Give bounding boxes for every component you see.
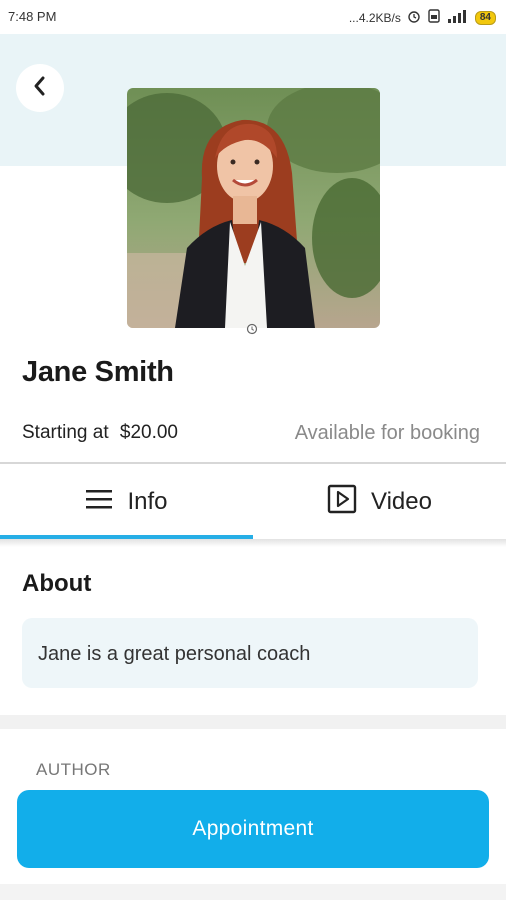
bottom-strip [0,884,506,900]
battery-icon: 84 [474,10,496,25]
play-box-icon [327,484,357,521]
tab-video-label: Video [371,488,432,515]
tab-info[interactable]: Info [0,464,253,540]
status-time: 7:48 PM [8,9,57,24]
price-label: Starting at [22,422,109,443]
author-label: AUTHOR [36,760,111,779]
price-value: $20.00 [119,422,179,443]
status-icons: ...4.2KB/s 84 [349,9,496,26]
tab-video[interactable]: Video [253,464,506,540]
availability-status: Available for booking [294,422,480,444]
section-separator [0,715,506,729]
profile-name: Jane Smith [22,356,174,388]
menu-lines-icon [85,488,113,517]
sim-icon [427,9,441,26]
back-button[interactable] [16,64,64,112]
tab-info-label: Info [127,488,168,515]
about-text: Jane is a great personal coach [38,643,311,665]
signal-icon [447,9,469,26]
status-bar: 7:48 PM ...4.2KB/s 84 [0,0,506,34]
chevron-left-icon [31,75,49,102]
alarm-icon [407,9,421,26]
profile-photo [127,88,380,328]
tab-bar: Info Video [0,464,506,540]
about-card: Jane is a great personal coach [22,618,478,688]
price-row: Starting at $20.00 [22,422,178,444]
tab-bar-shadow [0,539,506,547]
appointment-button[interactable]: Appointment [17,790,489,868]
photo-indicator-icon [246,322,258,335]
about-heading: About [22,570,92,597]
network-speed: ...4.2KB/s [348,10,401,25]
